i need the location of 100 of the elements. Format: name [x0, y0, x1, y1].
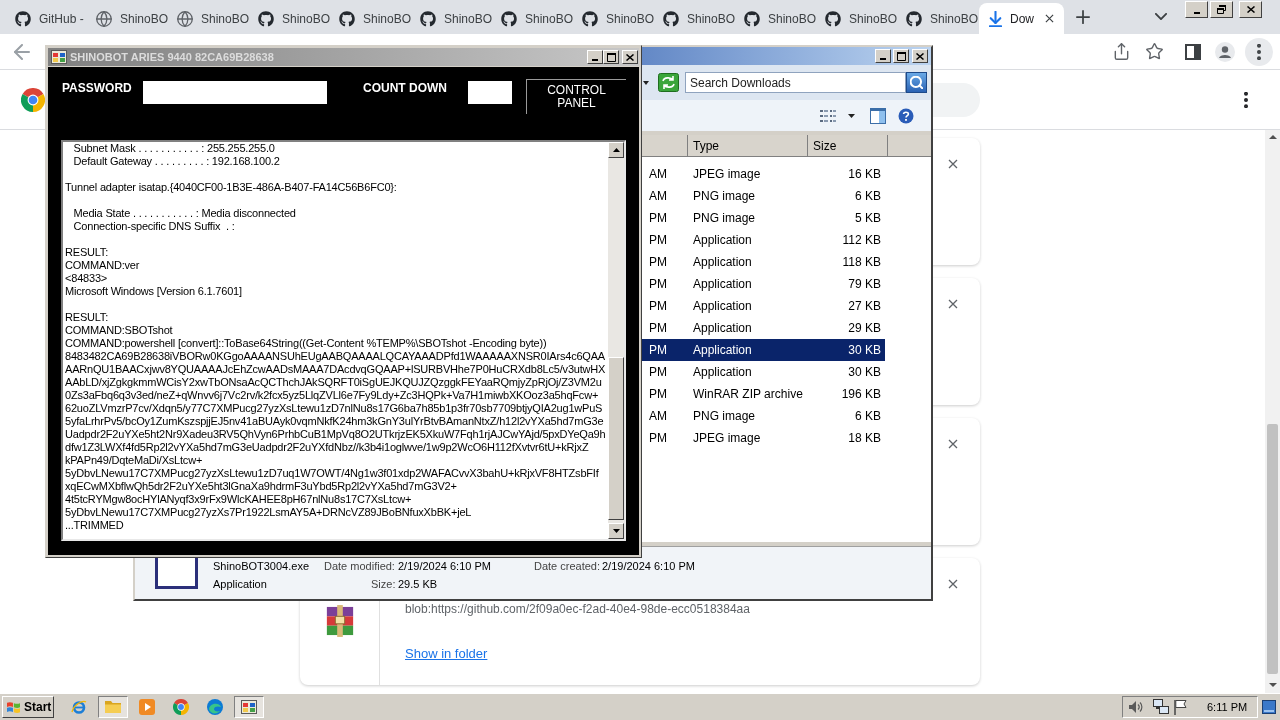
help-icon[interactable]	[898, 107, 914, 124]
browser-tab[interactable]: ShinoBO	[898, 3, 979, 34]
table-cell-text: Application	[692, 232, 753, 249]
new-tab-icon[interactable]	[1076, 9, 1090, 24]
side-panel-icon[interactable]	[1185, 43, 1201, 60]
close-icon[interactable]	[948, 439, 958, 449]
password-field[interactable]	[143, 81, 327, 104]
start-button[interactable]: Start	[2, 696, 54, 718]
file-row[interactable]: PM Application 112 KB	[641, 229, 885, 251]
clock: 6:11 PM	[1207, 699, 1248, 715]
file-row[interactable]: AM JPEG image 16 KB	[641, 163, 885, 185]
view-list-icon[interactable]	[820, 108, 836, 123]
browser-tab[interactable]: ShinoBO	[169, 3, 250, 34]
tab-search-icon[interactable]	[1155, 13, 1167, 20]
file-row[interactable]: PM Application 30 KB	[641, 361, 885, 383]
back-icon[interactable]	[14, 43, 30, 60]
close-button[interactable]	[1239, 1, 1262, 18]
close-icon[interactable]	[948, 579, 958, 589]
table-cell-text: PNG image	[692, 408, 757, 425]
wave-logo-icon[interactable]	[207, 699, 223, 715]
table-cell-text: PM	[648, 342, 668, 359]
file-row[interactable]: PM Application 118 KB	[641, 251, 885, 273]
search-field[interactable]: Search Downloads	[685, 72, 906, 93]
close-button[interactable]	[622, 50, 638, 64]
close-button[interactable]	[912, 49, 928, 63]
taskbar-button[interactable]	[98, 696, 128, 718]
file-row[interactable]: PM WinRAR ZIP archive 196 KB	[641, 383, 885, 405]
file-row[interactable]: AM PNG image 6 KB	[641, 185, 885, 207]
browser-tab[interactable]: ShinoBO	[412, 3, 493, 34]
minimize-button[interactable]	[1185, 1, 1208, 18]
console-line: dfw1Z3LWXf4fd5Rp2l2vYXa5hd7mG3eUadpdr2F2uYXfdNbz//k3b4i1oglwve/1w9p2WcO6H112fXvtvr6tU+kRjxZ	[65, 441, 590, 454]
browser-tab[interactable]: ShinoBO	[331, 3, 412, 34]
menu-button[interactable]	[1245, 37, 1273, 66]
refresh-icon[interactable]	[658, 73, 679, 92]
scroll-down-button[interactable]	[608, 523, 624, 539]
bookmark-star-icon[interactable]	[1146, 43, 1163, 60]
console-line: RESULT:	[65, 246, 110, 259]
browser-tab[interactable]: ShinoBO	[655, 3, 736, 34]
browser-tab[interactable]: GitHub -	[7, 3, 88, 34]
table-cell-text: 6 KB	[854, 188, 882, 205]
search-button[interactable]	[906, 72, 927, 93]
table-cell-text: 112 KB	[841, 232, 882, 249]
console-line: <84833>	[65, 272, 109, 285]
flag-icon[interactable]	[1173, 699, 1187, 715]
download-icon	[989, 10, 1002, 27]
file-row[interactable]: PM Application 27 KB	[641, 295, 885, 317]
file-row[interactable]: PM PNG image 5 KB	[641, 207, 885, 229]
close-icon[interactable]	[948, 299, 958, 309]
caret-down-icon[interactable]	[643, 80, 649, 85]
minimize-button[interactable]	[587, 50, 603, 64]
scroll-down-icon[interactable]	[1268, 683, 1277, 687]
control-panel-button[interactable]: CONTROL PANEL	[526, 79, 626, 114]
browser-tab[interactable]: ShinoBO	[493, 3, 574, 34]
cat-logo-icon	[258, 10, 274, 27]
detail-label: Date created:	[534, 559, 602, 574]
browser-tab[interactable]: ShinoBO	[736, 3, 817, 34]
close-icon[interactable]	[1045, 14, 1054, 23]
column-header[interactable]: Size	[808, 135, 888, 156]
browser-tab[interactable]: ShinoBO	[817, 3, 898, 34]
browser-tab[interactable]: ShinoBO	[574, 3, 655, 34]
browser-logo-icon[interactable]	[173, 699, 189, 715]
minimize-button[interactable]	[875, 49, 891, 63]
console-line: kPAPn49/DqteMaDi/XsLtcw+	[65, 454, 204, 467]
avatar-icon[interactable]	[1215, 41, 1235, 62]
caret-down-icon[interactable]	[848, 113, 855, 118]
file-row[interactable]: PM Application 79 KB	[641, 273, 885, 295]
scroll-up-icon[interactable]	[1268, 135, 1277, 139]
console-line: COMMAND:SBOTshot	[65, 324, 174, 337]
browser-icon[interactable]	[71, 699, 87, 715]
globe-icon	[96, 10, 112, 27]
restore-button[interactable]	[1210, 1, 1233, 18]
table-cell-text: 27 KB	[847, 298, 882, 315]
show-desktop-icon[interactable]	[1262, 700, 1276, 714]
file-row[interactable]: PM Application 30 KB	[641, 339, 885, 361]
file-row[interactable]: AM PNG image 6 KB	[641, 405, 885, 427]
table-cell-text: PNG image	[692, 210, 757, 227]
close-icon[interactable]	[948, 159, 958, 169]
scrollbar-thumb[interactable]	[608, 357, 624, 520]
countdown-field[interactable]	[468, 81, 512, 104]
table-cell-text: AM	[648, 188, 668, 205]
app-icon[interactable]	[241, 700, 257, 714]
browser-tab[interactable]: ShinoBO	[250, 3, 331, 34]
file-row[interactable]: PM JPEG image 18 KB	[641, 427, 885, 449]
browser-tab[interactable]: ShinoBO	[88, 3, 169, 34]
file-row[interactable]: PM Application 29 KB	[641, 317, 885, 339]
more-icon[interactable]	[1244, 91, 1248, 108]
network-icon[interactable]	[1153, 699, 1169, 715]
maximize-button[interactable]	[893, 49, 909, 63]
share-icon[interactable]	[1114, 43, 1129, 60]
speaker-icon[interactable]	[1128, 700, 1144, 714]
maximize-button[interactable]	[603, 50, 619, 64]
table-cell-text: PM	[648, 210, 668, 227]
cat-logo-icon	[663, 10, 679, 27]
scroll-up-button[interactable]	[608, 142, 624, 158]
show-in-folder-link[interactable]: Show in folder	[405, 646, 488, 662]
scrollbar-thumb[interactable]	[1267, 424, 1278, 674]
column-header[interactable]: Type	[688, 135, 808, 156]
taskbar-button[interactable]	[234, 696, 264, 718]
preview-pane-icon[interactable]	[870, 107, 886, 124]
browser-tab[interactable]: Dow	[979, 3, 1064, 34]
